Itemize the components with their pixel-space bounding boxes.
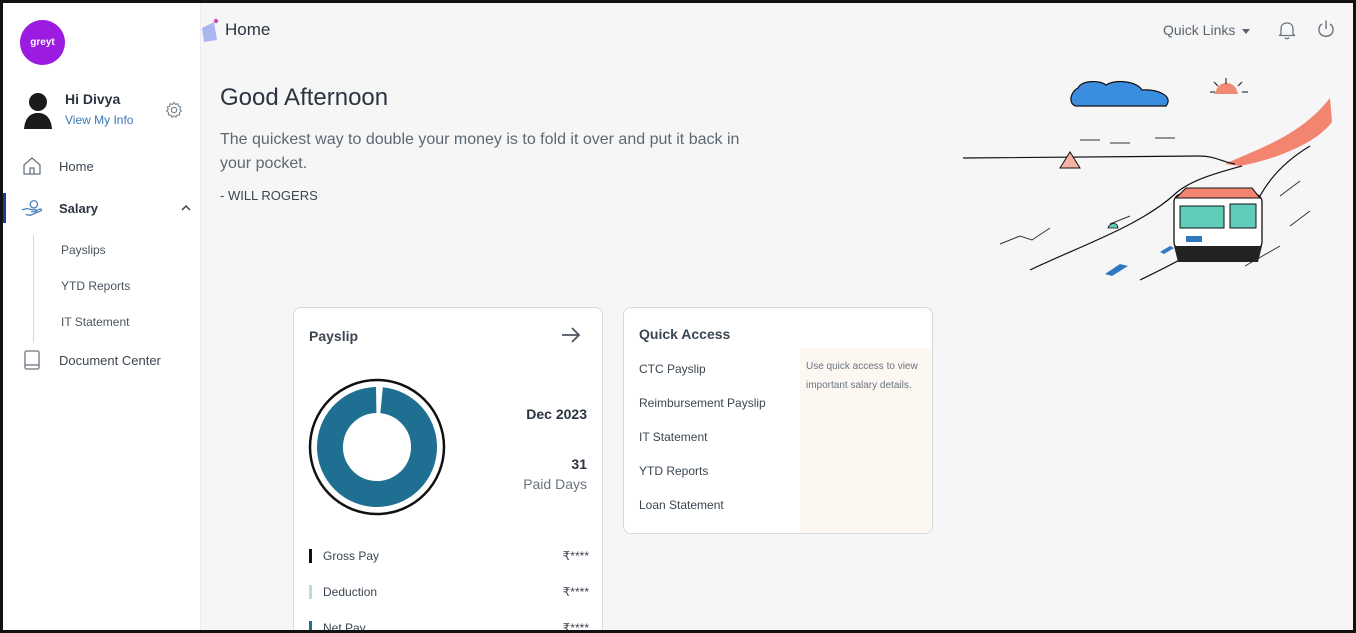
legend-value: ₹**** <box>562 549 589 563</box>
sidebar-item-document-center[interactable]: Document Center <box>3 345 201 375</box>
sidebar-item-label: Document Center <box>59 352 161 368</box>
gear-icon[interactable] <box>165 101 183 119</box>
sidebar-subitem-payslips[interactable]: Payslips <box>61 243 106 257</box>
legend-swatch <box>309 585 312 599</box>
legend-gross-pay: Gross Pay ₹**** <box>309 546 589 566</box>
app-logo[interactable]: greyt <box>20 20 65 65</box>
decorative-shape-icon <box>202 18 219 42</box>
salary-icon <box>21 200 43 216</box>
home-icon <box>23 157 41 175</box>
quick-link-reimbursement-payslip[interactable]: Reimbursement Payslip <box>639 396 766 410</box>
legend-swatch <box>309 621 312 633</box>
user-profile: Hi Divya View My Info <box>23 91 193 131</box>
sidebar-subitem-ytd-reports[interactable]: YTD Reports <box>61 279 130 293</box>
user-greeting: Hi Divya <box>65 91 121 107</box>
quick-access-card: Quick Access CTC Payslip Reimbursement P… <box>623 307 933 534</box>
quote-text: The quickest way to double your money is… <box>220 131 740 172</box>
sidebar-item-label: Home <box>59 158 94 174</box>
view-my-info-link[interactable]: View My Info <box>65 113 133 127</box>
quick-access-hint: Use quick access to view important salar… <box>800 348 932 533</box>
road-trip-illustration <box>962 78 1332 281</box>
legend-label: Gross Pay <box>323 549 380 563</box>
quote-author: - WILL ROGERS <box>220 188 318 203</box>
page-title: Home <box>225 20 271 39</box>
legend-deduction: Deduction ₹**** <box>309 582 589 602</box>
sidebar-item-label: Salary <box>59 200 99 216</box>
quick-link-ctc-payslip[interactable]: CTC Payslip <box>639 362 706 376</box>
chevron-up-icon[interactable] <box>181 203 191 213</box>
legend-value: ₹**** <box>562 585 589 599</box>
quick-access-title: Quick Access <box>639 326 731 342</box>
quick-link-ytd-reports[interactable]: YTD Reports <box>639 464 708 478</box>
arrow-right-icon[interactable] <box>560 326 582 344</box>
payslip-donut-chart <box>308 378 446 516</box>
legend-value: ₹**** <box>562 621 589 633</box>
bell-icon[interactable] <box>1278 20 1296 40</box>
payslip-card: Payslip Dec 2023 31 Paid Days Gross Pay … <box>293 307 603 633</box>
power-icon[interactable] <box>1316 19 1336 39</box>
legend-swatch <box>309 549 312 563</box>
payslip-title: Payslip <box>309 328 359 344</box>
quick-link-loan-statement[interactable]: Loan Statement <box>639 498 724 512</box>
paid-days-count: 31 <box>571 456 587 472</box>
sidebar: greyt Hi Divya View My Info Home Salary <box>3 3 201 630</box>
sidebar-subitem-it-statement[interactable]: IT Statement <box>61 315 129 329</box>
legend-label: Deduction <box>323 585 378 599</box>
submenu-line <box>33 235 34 343</box>
legend-label: Net Pay <box>323 621 366 633</box>
avatar-icon <box>24 93 52 129</box>
quick-link-it-statement[interactable]: IT Statement <box>639 430 707 444</box>
sidebar-item-home[interactable]: Home <box>3 151 201 181</box>
book-icon <box>24 350 40 370</box>
greeting-heading: Good Afternoon <box>220 84 389 111</box>
quick-links-dropdown[interactable]: Quick Links <box>1163 22 1235 38</box>
legend-net-pay: Net Pay ₹**** <box>309 618 589 633</box>
caret-down-icon[interactable] <box>1242 29 1250 34</box>
paid-days-label: Paid Days <box>523 476 587 492</box>
payslip-month: Dec 2023 <box>526 406 587 422</box>
sidebar-item-salary[interactable]: Salary <box>3 193 201 223</box>
